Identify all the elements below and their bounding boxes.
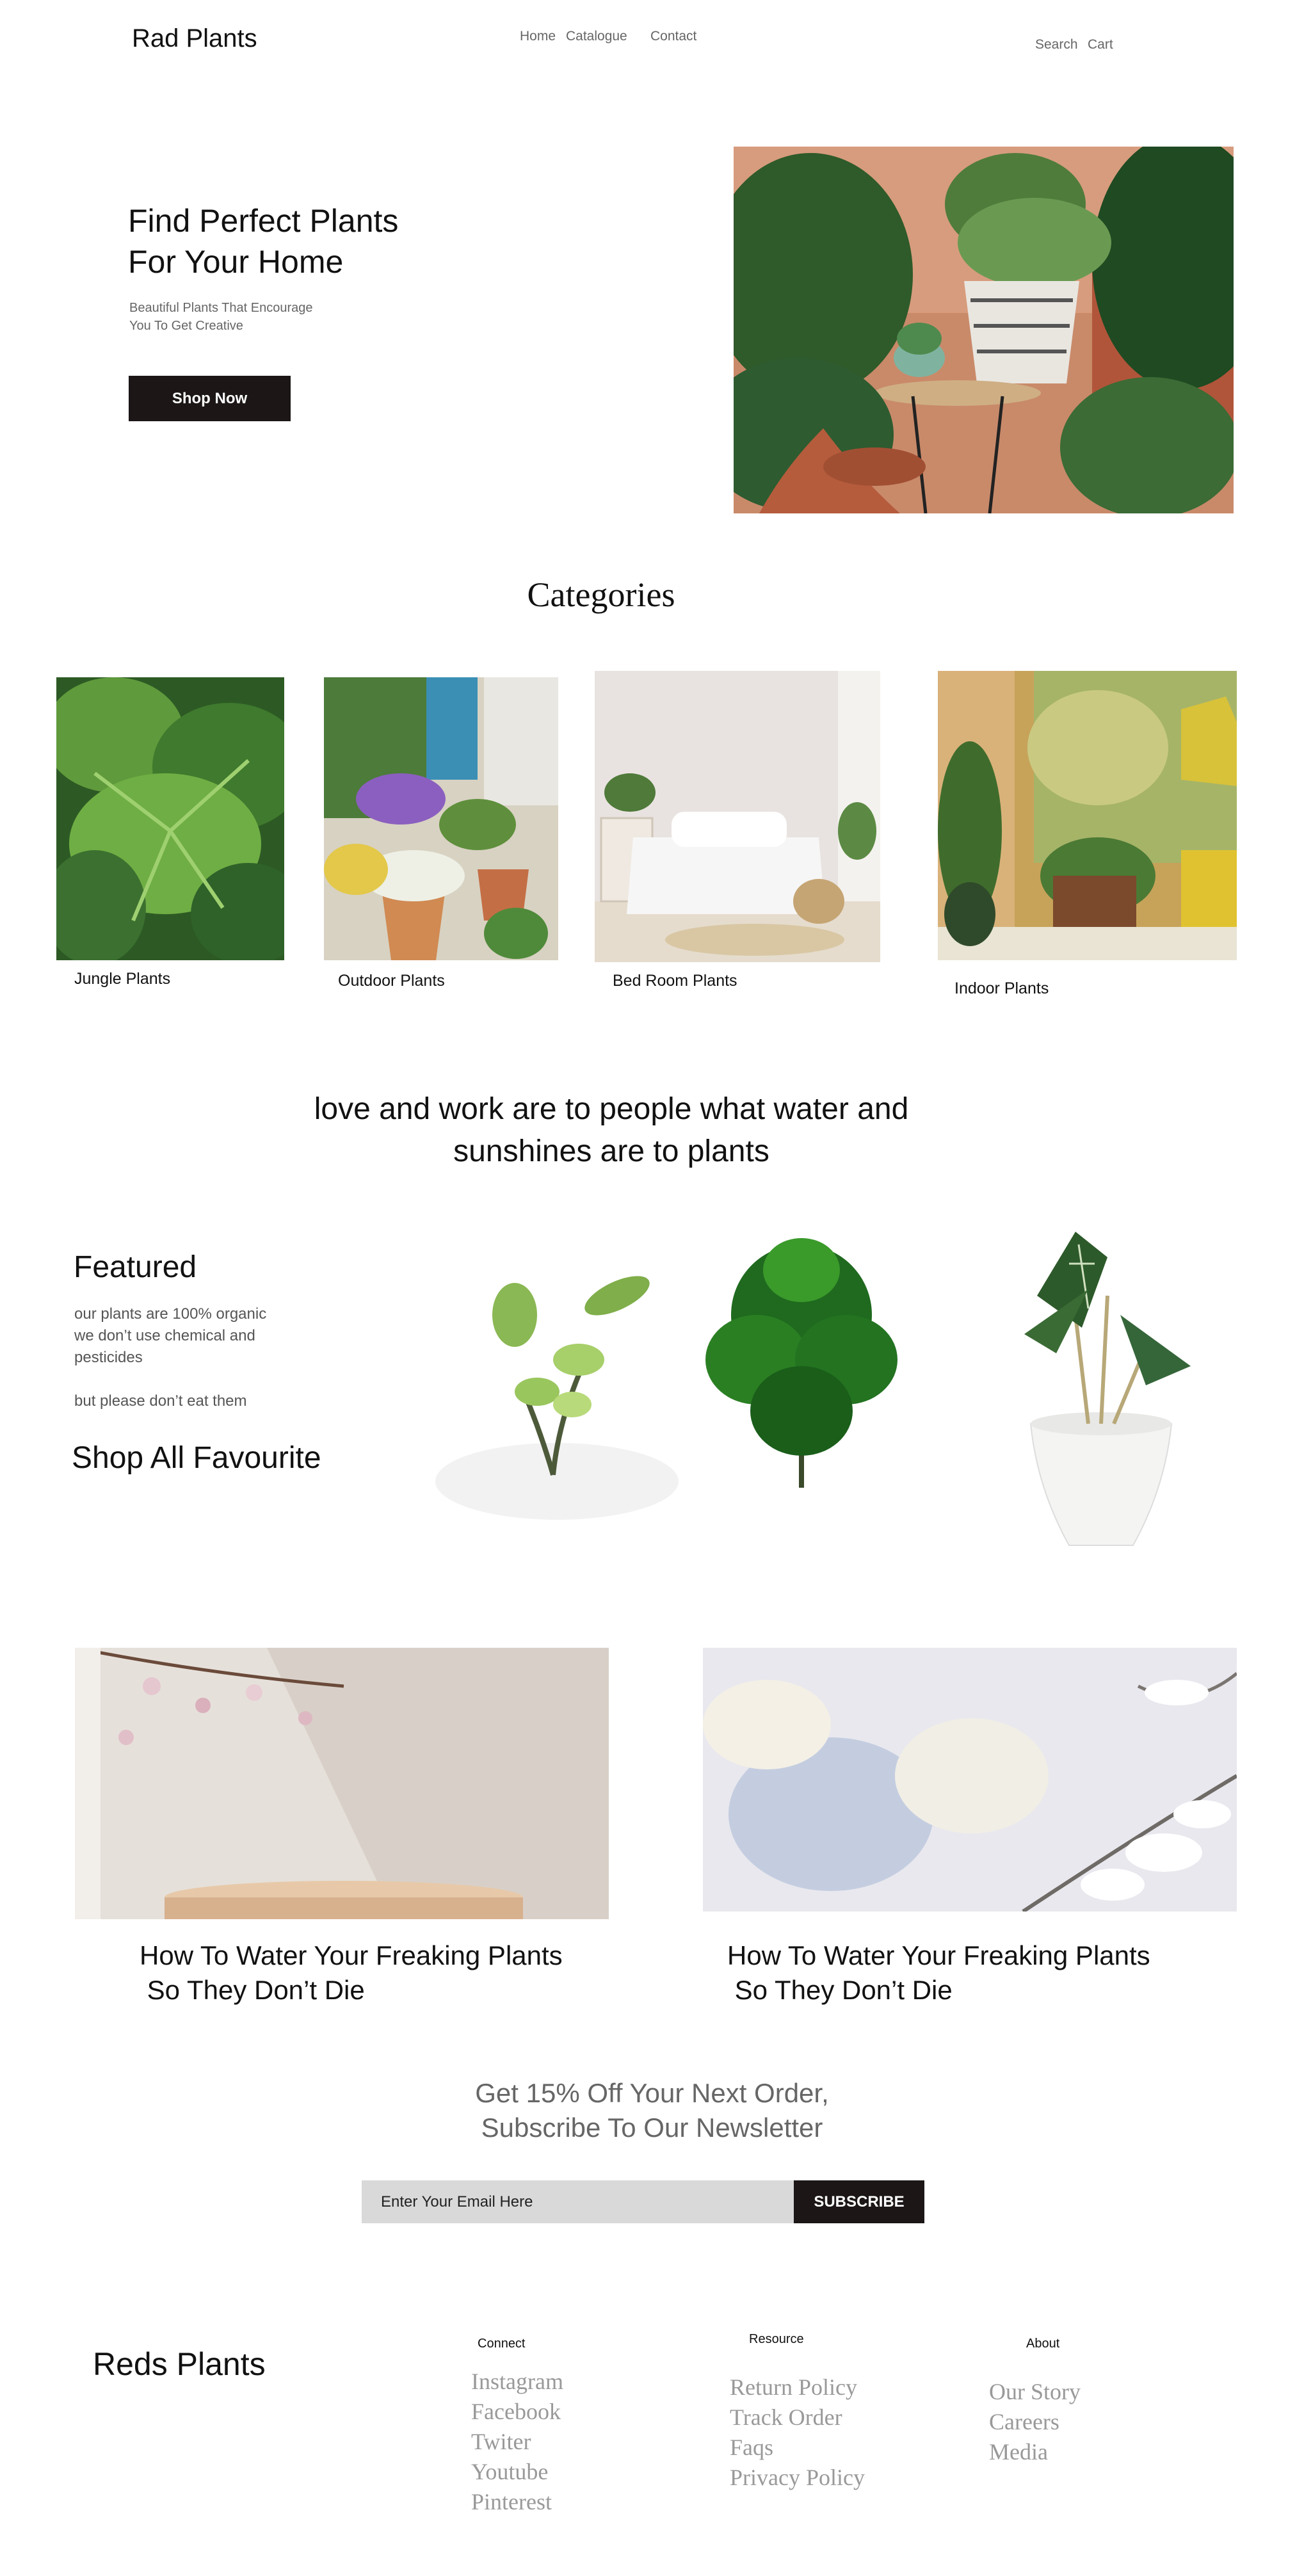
newsletter-line: Get 15% Off Your Next Order,: [475, 2078, 829, 2108]
footer-about-column: About Our Story Careers Media: [989, 2337, 1081, 2467]
footer-connect-heading: Connect: [478, 2337, 526, 2351]
shop-all-favourite-link[interactable]: Shop All Favourite: [72, 1440, 321, 1476]
footer-link-return-policy[interactable]: Return Policy: [730, 2372, 865, 2403]
featured-plant-3-image[interactable]: [999, 1219, 1210, 1552]
footer-link-careers[interactable]: Careers: [989, 2407, 1081, 2437]
footer-resource-heading: Resource: [749, 2332, 804, 2346]
category-jungle-image[interactable]: [56, 677, 284, 960]
category-label[interactable]: Jungle Plants: [74, 970, 170, 988]
nav-home[interactable]: Home: [520, 29, 556, 44]
featured-line: pesticides: [74, 1349, 143, 1366]
blog-post-1-image[interactable]: [75, 1648, 609, 1919]
newsletter-heading: Get 15% Off Your Next Order, Subscribe T…: [0, 2076, 1304, 2145]
category-label[interactable]: Outdoor Plants: [338, 972, 445, 990]
footer-link-pinterest[interactable]: Pinterest: [471, 2487, 563, 2517]
featured-line: but please don’t eat them: [74, 1392, 247, 1410]
search-link[interactable]: Search: [1035, 37, 1078, 52]
footer-link-facebook[interactable]: Facebook: [471, 2397, 563, 2427]
featured-plant-2-image[interactable]: [699, 1219, 901, 1488]
nav-catalogue[interactable]: Catalogue: [566, 29, 627, 44]
footer-connect-column: Connect Instagram Facebook Twiter Youtub…: [471, 2337, 563, 2517]
category-outdoor-image[interactable]: [324, 677, 558, 960]
category-bedroom-image[interactable]: [595, 671, 880, 962]
featured-description: our plants are 100% organic we don’t use…: [74, 1303, 305, 1412]
blog-post-2-image[interactable]: [703, 1648, 1237, 1912]
cart-link[interactable]: Cart: [1088, 37, 1113, 52]
quote-line: sunshines are to plants: [453, 1134, 769, 1168]
category-indoor-image[interactable]: [938, 671, 1237, 960]
category-label[interactable]: Indoor Plants: [954, 979, 1049, 998]
featured-title: Featured: [74, 1250, 197, 1284]
category-label[interactable]: Bed Room Plants: [613, 972, 737, 990]
hero-title-line: For Your Home: [128, 244, 344, 280]
featured-line: our plants are 100% organic: [74, 1305, 267, 1323]
footer-brand: Reds Plants: [93, 2346, 266, 2382]
subscribe-button[interactable]: SUBSCRIBE: [794, 2180, 924, 2223]
hero-title: Find Perfect Plants For Your Home: [128, 200, 487, 282]
footer-link-our-story[interactable]: Our Story: [989, 2377, 1081, 2407]
footer-resource-column: Resource Return Policy Track Order Faqs …: [730, 2332, 865, 2493]
footer-link-privacy-policy[interactable]: Privacy Policy: [730, 2463, 865, 2493]
featured-line: we don’t use chemical and: [74, 1327, 255, 1344]
nav-contact[interactable]: Contact: [650, 29, 696, 44]
brand-logo[interactable]: Rad Plants: [132, 24, 257, 53]
hero-plants-image: [734, 147, 1234, 513]
featured-plant-1-image[interactable]: [425, 1219, 689, 1552]
quote-text: love and work are to people what water a…: [0, 1088, 1223, 1173]
email-input[interactable]: [362, 2180, 794, 2223]
footer-link-instagram[interactable]: Instagram: [471, 2367, 563, 2397]
blog-post-title[interactable]: How To Water Your Freaking Plants So The…: [140, 1938, 563, 2008]
blog-post-title[interactable]: How To Water Your Freaking Plants So The…: [727, 1938, 1150, 2008]
hero-subtitle-line: You To Get Creative: [129, 319, 243, 333]
hero-title-line: Find Perfect Plants: [128, 203, 399, 239]
footer-link-youtube[interactable]: Youtube: [471, 2457, 563, 2487]
footer-link-twitter[interactable]: Twiter: [471, 2427, 563, 2457]
newsletter-line: Subscribe To Our Newsletter: [481, 2113, 823, 2143]
shop-now-button[interactable]: Shop Now: [129, 376, 291, 421]
footer-about-heading: About: [1026, 2337, 1060, 2351]
footer-link-faqs[interactable]: Faqs: [730, 2433, 865, 2463]
categories-heading: Categories: [527, 576, 675, 614]
hero-subtitle-line: Beautiful Plants That Encourage: [129, 301, 313, 315]
quote-line: love and work are to people what water a…: [314, 1092, 909, 1126]
footer-link-media[interactable]: Media: [989, 2437, 1081, 2467]
hero-subtitle: Beautiful Plants That Encourage You To G…: [129, 299, 341, 335]
footer-link-track-order[interactable]: Track Order: [730, 2403, 865, 2433]
